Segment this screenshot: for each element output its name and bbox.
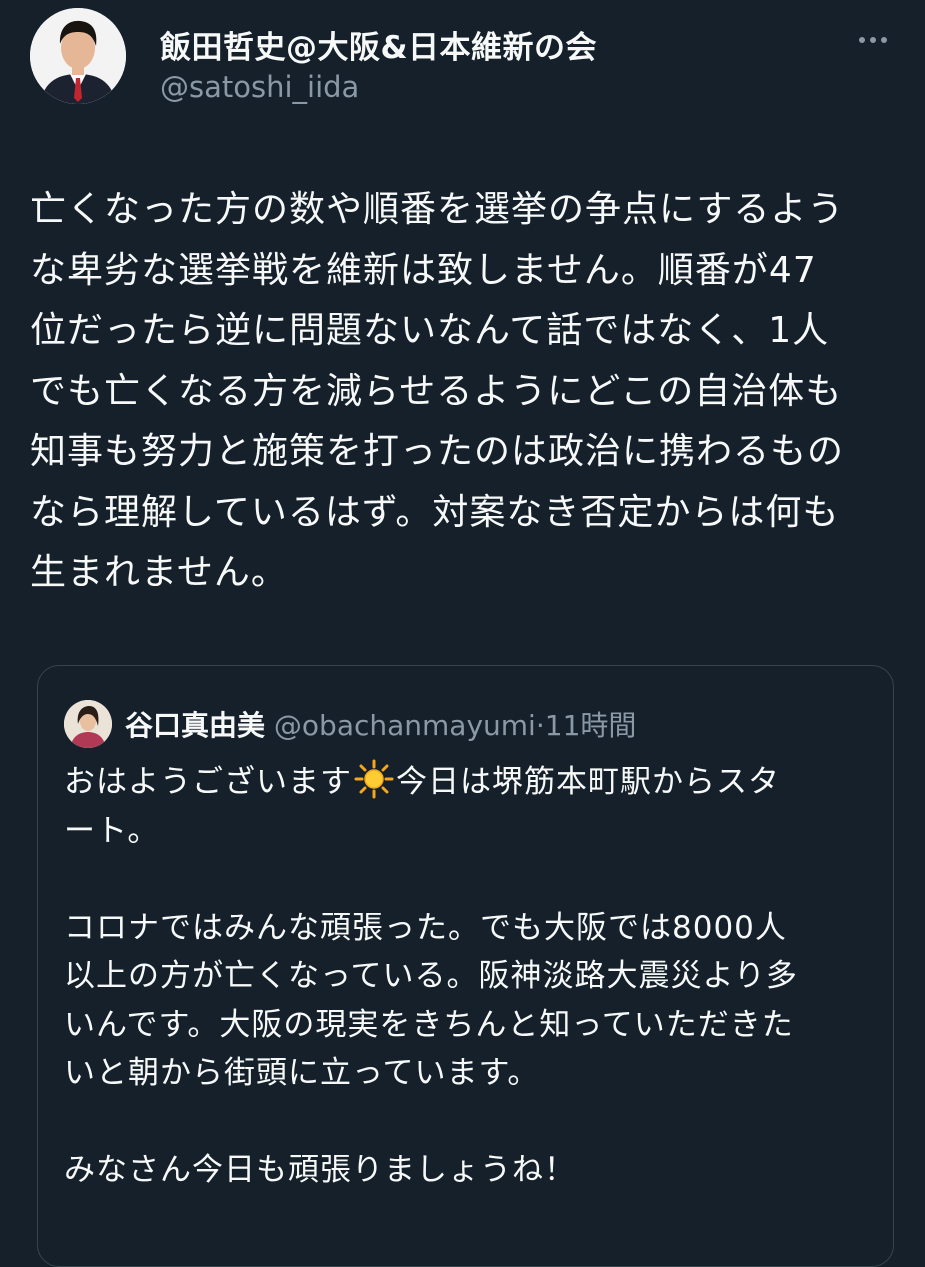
sun-icon <box>354 759 394 799</box>
quoted-text-line: いんです。大阪の現実をきちんと知っていただきた <box>64 1006 794 1043</box>
tweet-text-line: でも亡くなる方を減らせるようにどこの自治体も <box>30 370 843 412</box>
quoted-text-line: いと朝から街頭に立っています。 <box>64 1055 540 1091</box>
author-handle[interactable]: @satoshi_iida <box>160 70 359 104</box>
quoted-tweet-card[interactable]: 谷口真由美 @obachanmayumi·11時間 おはようございます 今日は堺… <box>37 665 894 1267</box>
tweet-text-line: 生まれません。 <box>30 552 288 593</box>
quoted-tweet-header: 谷口真由美 @obachanmayumi·11時間 <box>125 704 636 744</box>
quoted-text-segment: おはようございます <box>64 764 352 800</box>
more-dot <box>881 37 887 43</box>
header-separator: · <box>535 709 545 742</box>
tweet: 飯田哲史@大阪&日本維新の会 @satoshi_iida 亡くなった方の数や順番… <box>0 0 925 1267</box>
tweet-text-line: 亡くなった方の数や順番を選挙の争点にするよう <box>30 189 845 230</box>
person-portrait-icon <box>30 8 126 104</box>
tweet-text-line: な卑劣な選挙戦を維新は致しません。順番が47 <box>30 249 817 291</box>
quoted-text-segment: 今日は堺筋本町駅からスタ <box>396 764 780 800</box>
tweet-text: 亡くなった方の数や順番を選挙の争点にするよう な卑劣な選挙戦を維新は致しません。… <box>30 180 900 604</box>
person-portrait-icon <box>64 700 112 748</box>
quoted-text-line: コロナではみんな頑張った。でも大阪では8000人 <box>64 909 787 946</box>
more-dot <box>870 37 876 43</box>
author-name[interactable]: 飯田哲史@大阪&日本維新の会 <box>160 22 597 67</box>
author-avatar[interactable] <box>30 8 126 104</box>
tweet-text-line: 位だったら逆に問題ないなんて話ではなく、1人 <box>30 310 830 351</box>
tweet-text-line: なら理解しているはず。対案なき否定からは何も <box>30 491 840 533</box>
more-dot <box>859 37 865 43</box>
quoted-text-line: おはようございます 今日は堺筋本町駅からスタ <box>64 758 874 807</box>
quoted-tweet-text: おはようございます 今日は堺筋本町駅からスタ ート。 コロナではみんな頑張った。… <box>64 758 874 1195</box>
quoted-author-name[interactable]: 谷口真由美 <box>125 709 265 742</box>
quoted-text-line: 以上の方が亡くなっている。阪神淡路大震災より多 <box>64 958 798 994</box>
quoted-author-avatar[interactable] <box>64 700 112 748</box>
quoted-author-handle[interactable]: @obachanmayumi <box>274 709 536 742</box>
quoted-text-line: ート。 <box>64 812 160 849</box>
quoted-text-line: みなさん今日も頑張りましょうね！ <box>64 1152 576 1188</box>
quoted-tweet-time[interactable]: 11時間 <box>545 709 637 742</box>
more-options-icon[interactable] <box>848 22 898 58</box>
tweet-text-line: 知事も努力と施策を打ったのは政治に携わるもの <box>30 431 845 472</box>
